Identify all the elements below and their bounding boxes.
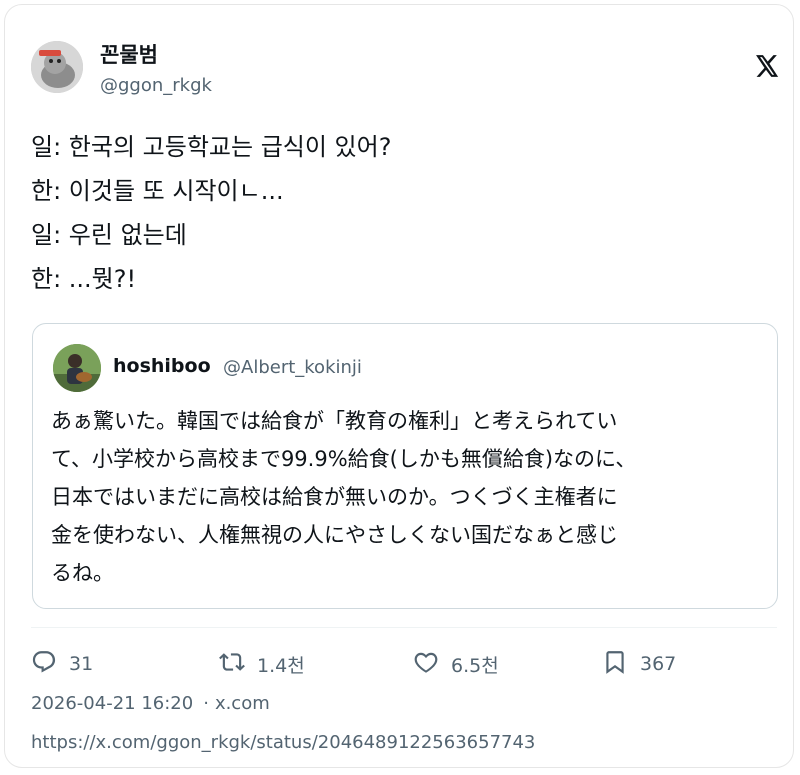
- retweet-button[interactable]: 1.4천: [219, 649, 305, 679]
- quote-author-handle[interactable]: @Albert_kokinji: [223, 357, 362, 378]
- status-url[interactable]: https://x.com/ggon_rkgk/status/204648912…: [31, 732, 535, 753]
- author-avatar[interactable]: [31, 41, 83, 93]
- quote-author-avatar[interactable]: [53, 344, 101, 392]
- tweet-text-line: 한: 이것들 또 시작이ㄴ...: [31, 177, 284, 205]
- author-handle[interactable]: @ggon_rkgk: [100, 75, 212, 96]
- tweet-text-line: 일: 한국의 고등학교는 급식이 있어?: [31, 133, 392, 161]
- reply-icon: [31, 649, 57, 679]
- tweet-text-line: 일: 우린 없는데: [31, 221, 187, 249]
- quote-text-line: あぁ驚いた。韓国では給食が「教育の権利」と考えられてい: [51, 409, 618, 433]
- like-count: 6.5천: [451, 654, 499, 677]
- tweet-card: 꼰물범 @ggon_rkgk 일: 한국의 고등학교는 급식이 있어? 한: 이…: [4, 4, 794, 768]
- bookmark-count: 367: [640, 653, 677, 675]
- tweet-meta: 2026-04-21 16:20 · x.com: [31, 693, 270, 714]
- quoted-tweet[interactable]: hoshiboo @Albert_kokinji あぁ驚いた。韓国では給食が「教…: [32, 323, 778, 609]
- quote-text-line: るね。: [51, 561, 114, 585]
- tweet-text: 일: 한국의 고등학교는 급식이 있어? 한: 이것들 또 시작이ㄴ... 일:…: [31, 125, 771, 301]
- quote-text: あぁ驚いた。韓国では給食が「教育の権利」と考えられてい て、小学校から高校まで9…: [51, 402, 763, 592]
- reply-button[interactable]: 31: [31, 649, 93, 679]
- quote-text-line: 金を使わない、人権無視の人にやさしくない国だなぁと感じ: [51, 523, 618, 547]
- quote-text-line: て、小学校から高校まで99.9%給食(しかも無償給食)なのに、: [51, 447, 637, 471]
- bookmark-button[interactable]: 367: [602, 649, 676, 679]
- author-name[interactable]: 꼰물범: [100, 39, 158, 69]
- source-label[interactable]: x.com: [215, 693, 270, 714]
- like-button[interactable]: 6.5천: [413, 649, 499, 679]
- retweet-count: 1.4천: [257, 654, 305, 677]
- reply-count: 31: [69, 653, 94, 675]
- tweet-text-line: 한: ...뭣?!: [31, 265, 137, 293]
- quote-text-line: 日本ではいまだに高校は給食が無いのか。つくづく主権者に: [51, 485, 618, 509]
- retweet-icon: [219, 649, 245, 679]
- meta-separator: ·: [203, 693, 209, 714]
- bookmark-icon: [602, 649, 628, 679]
- divider: [31, 627, 777, 628]
- x-logo-icon[interactable]: [753, 53, 779, 79]
- heart-icon: [413, 649, 439, 679]
- timestamp[interactable]: 2026-04-21 16:20: [31, 693, 193, 714]
- quote-author-name[interactable]: hoshiboo: [113, 355, 211, 377]
